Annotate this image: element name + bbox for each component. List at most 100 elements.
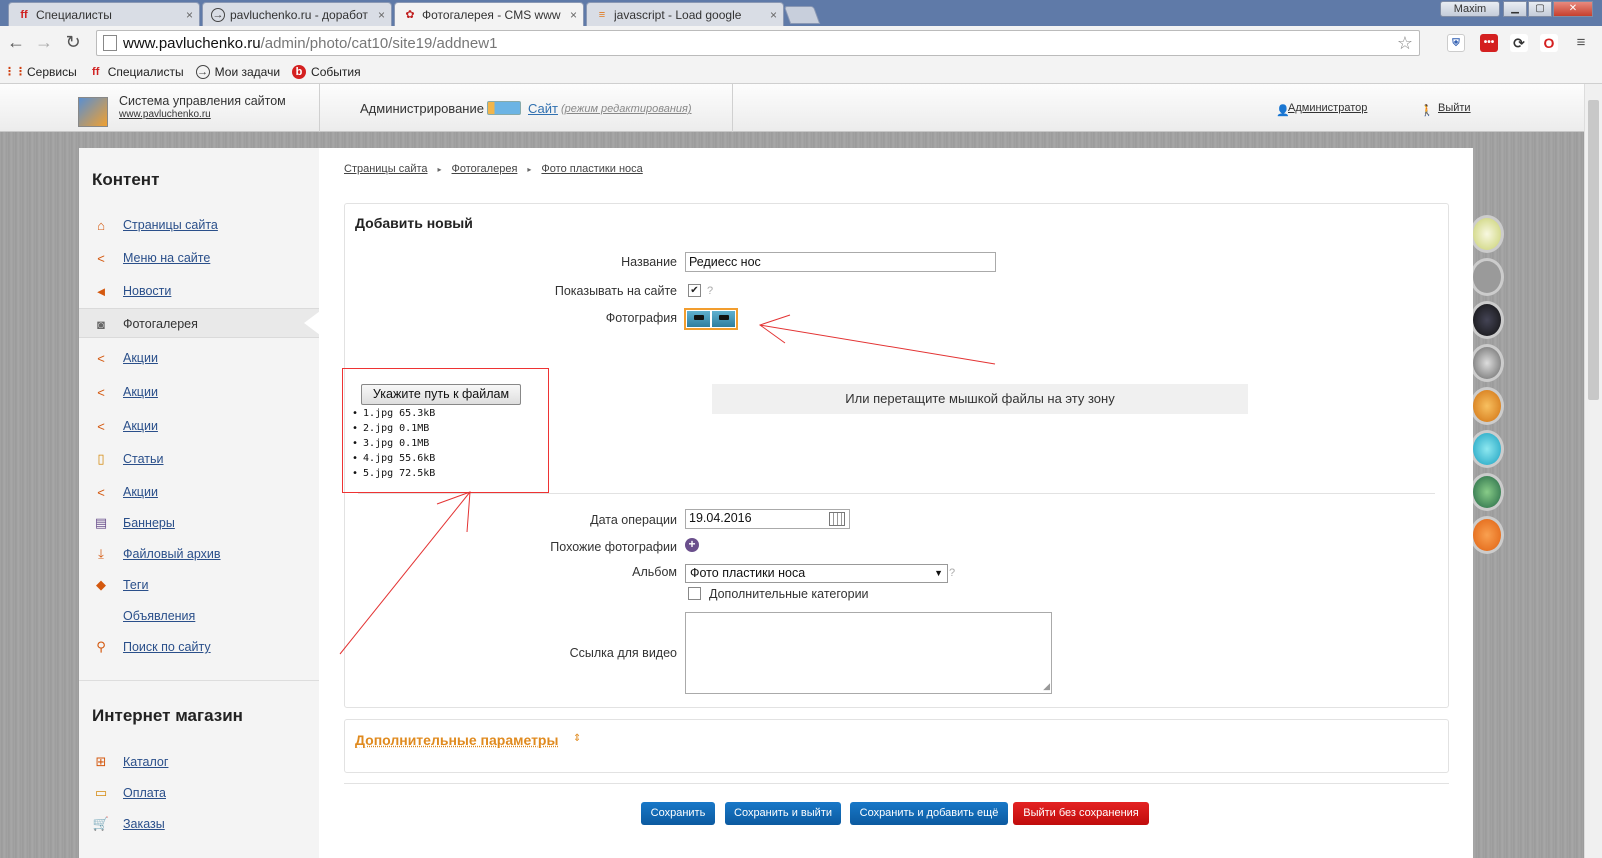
photo-thumbnail[interactable]: [684, 308, 738, 330]
sidebar-item-banners[interactable]: ▤ Баннеры: [92, 515, 175, 531]
tab-pavluchenko[interactable]: → pavluchenko.ru - доработ ×: [202, 2, 392, 26]
sidebar-item-payment[interactable]: ▭ Оплата: [92, 785, 166, 801]
save-and-add-button[interactable]: Сохранить и добавить ещё: [850, 802, 1008, 825]
share-icon: <: [97, 384, 105, 400]
cms-logo[interactable]: [78, 97, 108, 127]
tag-icon: ◆: [96, 577, 106, 592]
exit-without-saving-button[interactable]: Выйти без сохранения: [1013, 802, 1149, 825]
sidebar-item-news[interactable]: ◄ Новости: [92, 283, 172, 299]
sidebar-item-promo[interactable]: < Акции: [92, 484, 158, 500]
breadcrumb-item[interactable]: Страницы сайта: [344, 163, 428, 177]
close-icon[interactable]: ×: [770, 8, 777, 22]
resize-grip-icon[interactable]: ◢: [1043, 681, 1050, 692]
sidebar-item-articles[interactable]: ▯ Статьи: [92, 451, 163, 467]
choose-files-button[interactable]: Укажите путь к файлам: [361, 384, 521, 405]
breadcrumb: Страницы сайта ▸ Фотогалерея ▸ Фото плас…: [344, 163, 643, 177]
sidebar-item-tags[interactable]: ◆ Теги: [92, 577, 148, 593]
back-icon[interactable]: ←: [5, 32, 27, 53]
sidebar-item-catalog[interactable]: ⊞ Каталог: [92, 754, 169, 770]
name-input[interactable]: [685, 252, 996, 272]
bookmark-events[interactable]: b События: [292, 64, 361, 79]
sync-extension-icon[interactable]: ⟳: [1510, 34, 1528, 52]
carrot-circle: [1470, 516, 1504, 554]
window-close-icon[interactable]: ✕: [1553, 1, 1593, 17]
sidebar-item-file-archive[interactable]: ⤓ Файловый архив: [92, 546, 220, 562]
flower-circle: [1470, 215, 1504, 253]
bookmark-services[interactable]: ⋮⋮ Сервисы: [4, 65, 77, 79]
admin-user-link[interactable]: Администратор: [1288, 102, 1367, 114]
video-link-textarea[interactable]: ◢: [685, 612, 1052, 694]
sidebar-item-photogallery[interactable]: ◙ Фотогалерея: [92, 316, 198, 332]
exit-icon: 🚶: [1420, 105, 1434, 117]
save-and-exit-button[interactable]: Сохранить и выйти: [725, 802, 841, 825]
browser-user-badge[interactable]: Maxim: [1440, 1, 1500, 17]
opera-extension-icon[interactable]: O: [1540, 34, 1558, 52]
album-select[interactable]: Фото пластики носа ▼: [685, 564, 948, 583]
expand-icon[interactable]: ⇕: [573, 733, 581, 744]
tab-label: javascript - Load google: [614, 7, 742, 22]
sidebar-item-label: Каталог: [123, 755, 169, 769]
bookmark-star-icon[interactable]: ☆: [1397, 33, 1413, 54]
close-icon[interactable]: ×: [570, 8, 577, 22]
menu-icon[interactable]: ≡: [1572, 34, 1590, 52]
calendar-icon[interactable]: [829, 512, 845, 526]
green-circle: [1470, 473, 1504, 511]
logout-link[interactable]: Выйти: [1438, 102, 1471, 114]
thumbnail-image: [687, 311, 710, 327]
sidebar-item-label: Акции: [123, 385, 158, 399]
sidebar-item-pages[interactable]: ⌂ Страницы сайта: [92, 217, 218, 233]
url-path: /admin/photo/cat10/site19/addnew1: [260, 34, 498, 52]
extra-categories-checkbox[interactable]: [688, 587, 701, 600]
breadcrumb-item[interactable]: Фотогалерея: [452, 163, 518, 177]
bookmark-specialists[interactable]: ff Специалисты: [89, 65, 184, 79]
browser-toolbar: ← → ↻ www.pavluchenko.ru /admin/photo/ca…: [0, 26, 1602, 60]
edit-mode-label[interactable]: (режим редактирования): [561, 103, 692, 115]
date-input[interactable]: 19.04.2016: [685, 509, 850, 529]
scrollbar-thumb[interactable]: [1588, 100, 1599, 400]
message-extension-icon[interactable]: •••: [1480, 34, 1498, 52]
sidebar-item-label: Меню на сайте: [123, 251, 211, 265]
sidebar-item-promo[interactable]: < Акции: [92, 418, 158, 434]
sidebar-item-menu[interactable]: < Меню на сайте: [92, 250, 210, 266]
save-button[interactable]: Сохранить: [641, 802, 715, 825]
shield-extension-icon[interactable]: ⛨: [1447, 34, 1465, 52]
sidebar-item-label: Заказы: [123, 817, 165, 831]
breadcrumb-separator-icon: ▸: [527, 165, 532, 174]
minimize-icon[interactable]: ▁: [1503, 1, 1527, 17]
close-icon[interactable]: ×: [186, 8, 193, 22]
file-dropzone[interactable]: Или перетащите мышкой файлы на эту зону: [712, 384, 1248, 414]
sidebar-active-pointer: [304, 311, 320, 335]
sidebar-item-label: Акции: [123, 419, 158, 433]
new-tab-button[interactable]: [783, 6, 821, 24]
forward-icon[interactable]: →: [33, 32, 55, 53]
help-icon[interactable]: ?: [707, 285, 713, 297]
breadcrumb-item[interactable]: Фото пластики носа: [541, 163, 642, 177]
maximize-icon[interactable]: ▢: [1528, 1, 1552, 17]
address-bar[interactable]: www.pavluchenko.ru /admin/photo/cat10/si…: [96, 30, 1420, 56]
admin-site-toggle[interactable]: [487, 101, 521, 115]
site-link[interactable]: Сайт: [528, 101, 558, 116]
sidebar-item-site-search[interactable]: ⚲ Поиск по сайту: [92, 639, 210, 655]
blank-icon: [92, 608, 110, 624]
sidebar-item-promo[interactable]: < Акции: [92, 384, 158, 400]
tab-specialists[interactable]: ff Специалисты ×: [8, 2, 200, 26]
add-similar-icon[interactable]: +: [685, 538, 699, 552]
dropdown-arrow-icon: ▼: [934, 568, 943, 578]
file-item: 1.jpg 65.3kB: [352, 406, 435, 421]
sidebar-item-label: Объявления: [123, 609, 196, 623]
sidebar-item-orders[interactable]: 🛒 Заказы: [92, 816, 165, 832]
sidebar-item-promo[interactable]: < Акции: [92, 350, 158, 366]
download-icon: ⤓: [98, 546, 104, 561]
extra-params-toggle[interactable]: Дополнительные параметры: [355, 732, 558, 748]
tab-javascript[interactable]: ≡ javascript - Load google ×: [586, 2, 784, 26]
vertical-scrollbar[interactable]: [1584, 84, 1602, 858]
tab-photogallery[interactable]: ✿ Фотогалерея - CMS www ×: [394, 2, 584, 26]
help-icon[interactable]: ?: [949, 567, 955, 579]
form-divider: [358, 493, 1435, 494]
show-on-site-checkbox[interactable]: ✔: [688, 284, 701, 297]
close-icon[interactable]: ×: [378, 8, 385, 22]
bookmark-my-tasks[interactable]: → Мои задачи: [195, 64, 280, 79]
system-url-link[interactable]: www.pavluchenko.ru: [119, 109, 211, 120]
reload-icon[interactable]: ↻: [62, 32, 84, 53]
sidebar-item-ads[interactable]: Объявления: [92, 608, 195, 624]
